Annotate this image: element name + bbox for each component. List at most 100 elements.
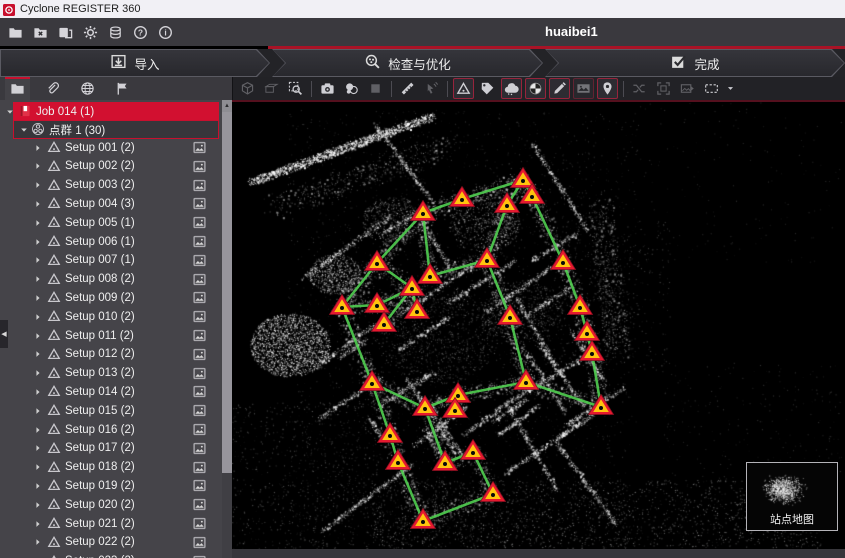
stop-square-button[interactable] [365, 78, 386, 99]
pano-image-icon[interactable] [192, 403, 207, 418]
caret-right-icon[interactable] [33, 274, 43, 284]
caret-right-icon[interactable] [33, 368, 43, 378]
pano-image-icon[interactable] [192, 328, 207, 343]
warn-triangle-button[interactable] [453, 78, 474, 99]
pano-image-icon[interactable] [192, 478, 207, 493]
about-icon[interactable]: i [155, 22, 175, 42]
sidebar-tab-flag-star-icon[interactable] [110, 77, 135, 100]
caret-right-icon[interactable] [33, 293, 43, 303]
tree-item-setup[interactable]: Setup 004 (3) [0, 194, 222, 213]
tree-item-setup[interactable]: Setup 021 (2) [0, 514, 222, 533]
pano-image-icon[interactable] [192, 422, 207, 437]
tree-item-setup[interactable]: Setup 013 (2) [0, 364, 222, 383]
tree-scrollbar[interactable]: ▲ [222, 100, 232, 558]
tree-item-setup[interactable]: Setup 002 (2) [0, 157, 222, 176]
caret-right-icon[interactable] [33, 519, 43, 529]
tree-item-setup[interactable]: Setup 009 (2) [0, 288, 222, 307]
pano-image-icon[interactable] [192, 516, 207, 531]
tree-item-setup[interactable]: Setup 015 (2) [0, 401, 222, 420]
dropdown-caret-icon[interactable] [725, 78, 735, 99]
bw-circle-button[interactable] [525, 78, 546, 99]
marquee-button[interactable] [701, 78, 722, 99]
pano-image-icon[interactable] [192, 159, 207, 174]
caret-down-icon[interactable] [5, 107, 15, 117]
caret-right-icon[interactable] [33, 462, 43, 472]
tree-item-setup[interactable]: Setup 006 (1) [0, 232, 222, 251]
pan-plane-button[interactable] [261, 78, 282, 99]
storage-icon[interactable] [105, 22, 125, 42]
pano-image-icon[interactable] [192, 272, 207, 287]
expand-crop-button[interactable] [653, 78, 674, 99]
caret-right-icon[interactable] [33, 255, 43, 265]
caret-right-icon[interactable] [33, 349, 43, 359]
pano-image-icon[interactable] [192, 178, 207, 193]
caret-right-icon[interactable] [33, 406, 43, 416]
pano-image-icon[interactable] [192, 460, 207, 475]
tree-item-setup[interactable]: Setup 014 (2) [0, 382, 222, 401]
help-icon[interactable]: ? [130, 22, 150, 42]
pano-image-icon[interactable] [192, 196, 207, 211]
sidebar-tab-open-folder-icon[interactable] [5, 77, 30, 100]
tree-item-setup[interactable]: Setup 012 (2) [0, 345, 222, 364]
pano-image-icon[interactable] [192, 347, 207, 362]
pano-image-icon[interactable] [192, 234, 207, 249]
render-spheres-button[interactable] [341, 78, 362, 99]
caret-right-icon[interactable] [33, 425, 43, 435]
site-map-widget[interactable]: 站点地图 [746, 462, 838, 531]
setup-marker[interactable] [461, 440, 486, 460]
map-pin-button[interactable] [597, 78, 618, 99]
tree-item-cluster[interactable]: 点群 1 (30) [0, 120, 222, 139]
pano-image-icon[interactable] [192, 309, 207, 324]
pencil-button[interactable] [549, 78, 570, 99]
pano-image-icon[interactable] [192, 554, 207, 558]
tree-item-setup[interactable]: Setup 016 (2) [0, 420, 222, 439]
tree-item-setup[interactable]: Setup 020 (2) [0, 495, 222, 514]
open-folder-icon[interactable] [5, 22, 25, 42]
tree-item-setup[interactable]: Setup 001 (2) [0, 138, 222, 157]
setup-marker[interactable] [378, 423, 403, 443]
link-swap-button[interactable] [629, 78, 650, 99]
tree-item-setup[interactable]: Setup 003 (2) [0, 176, 222, 195]
pano-image-icon[interactable] [192, 140, 207, 155]
pano-image-icon[interactable] [192, 384, 207, 399]
tree-item-setup[interactable]: Setup 022 (2) [0, 533, 222, 552]
caret-down-icon[interactable] [19, 125, 29, 135]
setup-marker[interactable] [495, 193, 520, 213]
setup-marker[interactable] [551, 250, 576, 270]
tree-item-setup[interactable]: Setup 008 (2) [0, 270, 222, 289]
caret-right-icon[interactable] [33, 481, 43, 491]
tab-finalize[interactable]: 完成 [545, 49, 845, 77]
zoom-area-button[interactable] [285, 78, 306, 99]
tree-item-setup[interactable]: Setup 011 (2) [0, 326, 222, 345]
tree-item-job[interactable]: Job 014 (1) [0, 102, 222, 121]
setup-marker[interactable] [405, 299, 430, 319]
pano-image-icon[interactable] [192, 366, 207, 381]
image-export-button[interactable] [677, 78, 698, 99]
setup-marker[interactable] [386, 450, 411, 470]
pick-signal-button[interactable] [421, 78, 442, 99]
pano-image-icon[interactable] [192, 535, 207, 550]
setup-marker[interactable] [575, 321, 600, 341]
caret-right-icon[interactable] [33, 161, 43, 171]
tree-item-setup[interactable]: Setup 017 (2) [0, 439, 222, 458]
tree-item-setup[interactable]: Setup 019 (2) [0, 476, 222, 495]
setup-marker[interactable] [568, 295, 593, 315]
tree-item-setup[interactable]: Setup 010 (2) [0, 307, 222, 326]
settings-icon[interactable] [80, 22, 100, 42]
caret-right-icon[interactable] [33, 199, 43, 209]
camera-button[interactable] [317, 78, 338, 99]
caret-right-icon[interactable] [33, 218, 43, 228]
scroll-up-icon[interactable]: ▲ [222, 100, 232, 112]
pano-image-icon[interactable] [192, 215, 207, 230]
image-pano-button[interactable] [573, 78, 594, 99]
caret-right-icon[interactable] [33, 443, 43, 453]
sidebar-tab-globe-icon[interactable] [75, 77, 100, 100]
pano-image-icon[interactable] [192, 253, 207, 268]
tree-item-setup[interactable]: Setup 007 (1) [0, 251, 222, 270]
tree-item-setup[interactable]: Setup 023 (2) [0, 552, 222, 558]
tab-import[interactable]: 导入 [0, 49, 270, 77]
tree-item-setup[interactable]: Setup 005 (1) [0, 213, 222, 232]
tab-review-optimize[interactable]: 检查与优化 [272, 49, 543, 77]
caret-right-icon[interactable] [33, 331, 43, 341]
setup-marker[interactable] [475, 248, 500, 268]
